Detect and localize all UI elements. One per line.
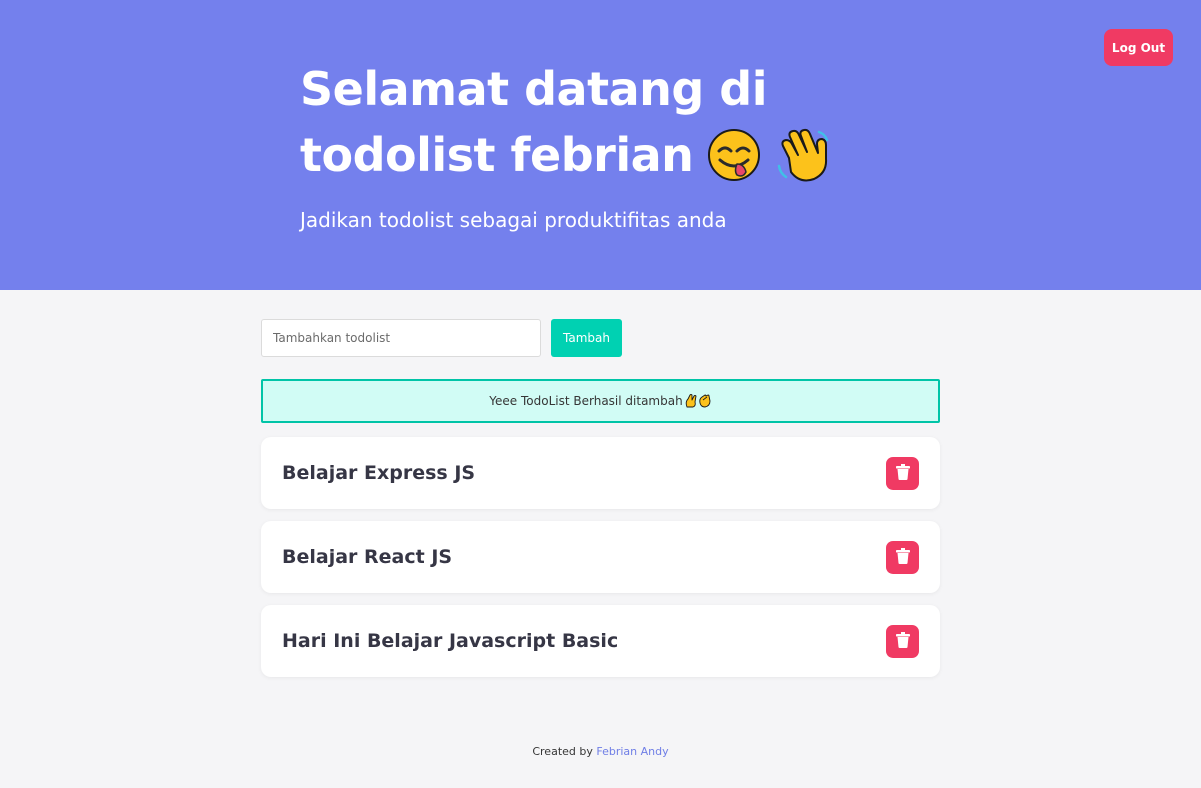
trash-icon (895, 632, 910, 651)
todo-item: Hari Ini Belajar Javascript Basic (261, 605, 940, 677)
todo-title: Belajar Express JS (282, 462, 476, 484)
delete-todo-button[interactable] (886, 457, 919, 490)
success-notification: Yeee TodoList Berhasil ditambah (261, 379, 940, 423)
delete-todo-button[interactable] (886, 541, 919, 574)
page-footer: Created by Febrian Andy (0, 743, 1201, 761)
todo-item: Belajar Express JS (261, 437, 940, 509)
trash-icon (895, 464, 910, 483)
add-todo-button[interactable]: Tambah (551, 319, 622, 357)
todo-item: Belajar React JS (261, 521, 940, 593)
todo-input[interactable] (261, 319, 541, 357)
author-link[interactable]: Febrian Andy (596, 745, 668, 758)
notification-message: Yeee TodoList Berhasil ditambah (489, 394, 683, 408)
todo-title: Belajar React JS (282, 546, 453, 568)
page-title: Selamat datang di todolist febrian (300, 56, 940, 188)
trash-icon (895, 548, 910, 567)
todo-title: Hari Ini Belajar Javascript Basic (282, 630, 619, 652)
clapping-hands-emoji-icon (698, 394, 712, 409)
face-savoring-food-emoji-icon (707, 128, 761, 182)
logout-button[interactable]: Log Out (1104, 29, 1173, 66)
page-subtitle: Jadikan todolist sebagai produktifitas a… (300, 208, 727, 232)
page-title-text: Selamat datang di todolist febrian (300, 62, 768, 182)
crossed-fingers-emoji-icon (684, 394, 697, 409)
delete-todo-button[interactable] (886, 625, 919, 658)
hero-banner: Log Out Selamat datang di todolist febri… (0, 0, 1201, 290)
waving-hand-emoji-icon (775, 128, 829, 182)
footer-prefix: Created by (532, 745, 593, 758)
